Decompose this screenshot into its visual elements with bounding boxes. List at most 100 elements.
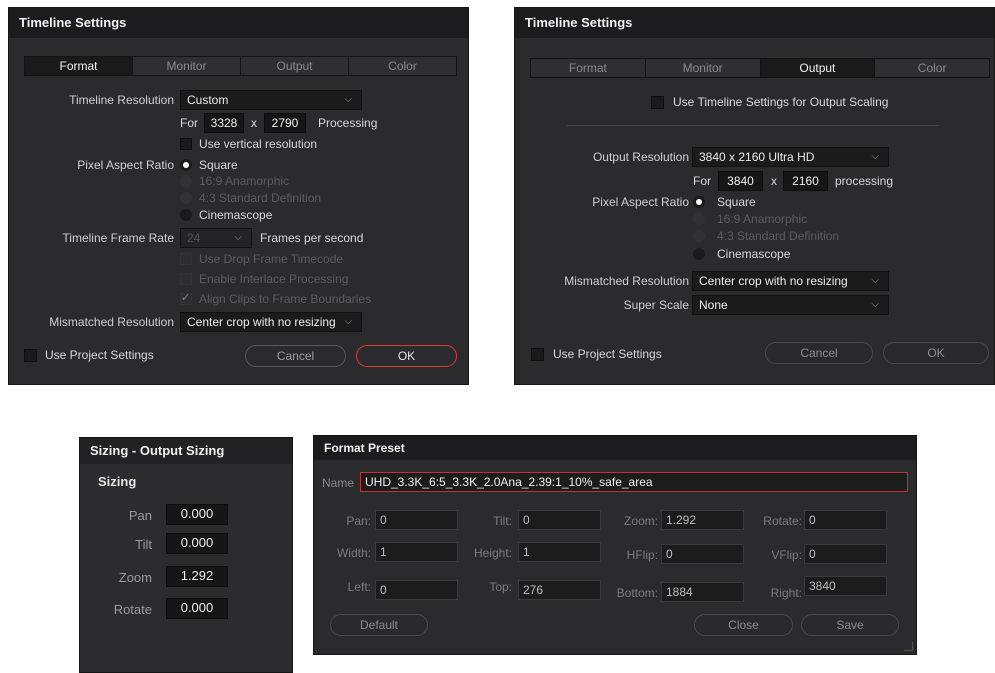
resize-grip-icon[interactable]: [904, 642, 913, 651]
aspect-4x3-label: 4:3 Standard Definition: [199, 191, 322, 205]
vflip-label: VFlip:: [771, 548, 802, 562]
tilt-input[interactable]: 0: [518, 510, 601, 530]
tab-color[interactable]: Color: [349, 57, 456, 75]
close-button[interactable]: Close: [694, 614, 793, 636]
name-input[interactable]: UHD_3.3K_6:5_3.3K_2.0Ana_2.39:1_10%_safe…: [360, 472, 908, 492]
x-label: x: [771, 174, 777, 188]
tilt-input[interactable]: 0.000: [166, 533, 228, 554]
processing-label: Processing: [318, 116, 378, 130]
tab-output[interactable]: Output: [241, 57, 349, 75]
zoom-input[interactable]: 1.292: [166, 566, 228, 587]
divider: [567, 125, 939, 126]
use-project-label: Use Project Settings: [45, 348, 154, 362]
super-scale-label: Super Scale: [623, 298, 689, 312]
right-input[interactable]: 3840: [804, 576, 887, 596]
mismatched-dropdown[interactable]: Center crop with no resizing ⌵: [692, 271, 889, 291]
aspect-square-label: Square: [199, 158, 238, 172]
bottom-label: Bottom:: [616, 586, 658, 600]
top-input[interactable]: 276: [518, 580, 601, 600]
aspect-cinemascope-radio[interactable]: [693, 248, 705, 260]
timeline-resolution-dropdown[interactable]: Custom ⌵: [180, 90, 362, 110]
dialog-title: Format Preset: [314, 436, 916, 460]
timeline-settings-format-dialog: Timeline Settings Format Monitor Output …: [8, 7, 469, 385]
hflip-label: HFlip:: [626, 548, 658, 562]
aspect-square-radio[interactable]: [180, 159, 192, 171]
aspect-4x3-radio[interactable]: [693, 230, 705, 242]
mismatched-dropdown[interactable]: Center crop with no resizing ⌵: [180, 312, 362, 332]
aspect-square-radio[interactable]: [693, 196, 705, 208]
use-project-checkbox[interactable]: [531, 348, 544, 361]
tab-monitor[interactable]: Monitor: [645, 59, 761, 77]
pixel-aspect-label: Pixel Aspect Ratio: [592, 195, 689, 209]
frame-rate-dropdown[interactable]: 24 ⌵: [180, 228, 252, 248]
sizing-output-panel: Sizing - Output Sizing Sizing Pan 0.000 …: [79, 437, 293, 673]
dialog-title: Timeline Settings: [9, 8, 468, 38]
width-input[interactable]: 3840: [718, 171, 763, 191]
rotate-input[interactable]: 0.000: [166, 598, 228, 619]
pan-input[interactable]: 0: [375, 510, 458, 530]
width-input[interactable]: 3328: [204, 113, 244, 133]
mismatched-value: Center crop with no resizing: [187, 315, 336, 329]
zoom-input[interactable]: 1.292: [661, 510, 744, 530]
use-timeline-scaling-label: Use Timeline Settings for Output Scaling: [673, 95, 889, 109]
use-vertical-checkbox[interactable]: [180, 138, 192, 150]
tilt-label: Tilt: [135, 537, 152, 552]
align-clips-label: Align Clips to Frame Boundaries: [199, 292, 372, 306]
tab-output[interactable]: Output: [760, 59, 876, 77]
drop-frame-label: Use Drop Frame Timecode: [199, 252, 344, 266]
save-button[interactable]: Save: [801, 614, 899, 636]
chevron-down-icon: ⌵: [871, 275, 879, 286]
aspect-4x3-radio[interactable]: [180, 192, 192, 204]
tab-color[interactable]: Color: [875, 59, 989, 77]
cancel-button[interactable]: Cancel: [765, 342, 873, 364]
tab-format[interactable]: Format: [25, 57, 133, 75]
height-input[interactable]: 2790: [264, 113, 306, 133]
ok-button[interactable]: OK: [883, 342, 989, 364]
aspect-anamorphic-label: 16:9 Anamorphic: [717, 212, 808, 226]
use-project-checkbox[interactable]: [24, 349, 37, 362]
timeline-resolution-value: Custom: [187, 93, 229, 107]
width-label: Width:: [336, 546, 371, 560]
checkmark-icon: ✓: [181, 292, 191, 304]
hflip-input[interactable]: 0: [661, 544, 744, 564]
chevron-down-icon: ⌵: [344, 316, 352, 327]
output-resolution-label: Output Resolution: [592, 150, 689, 164]
aspect-anamorphic-radio[interactable]: [693, 213, 705, 225]
frame-rate-label: Timeline Frame Rate: [62, 231, 174, 245]
mismatched-label: Mismatched Resolution: [564, 274, 689, 288]
mismatched-label: Mismatched Resolution: [49, 315, 174, 329]
aspect-cinemascope-label: Cinemascope: [717, 247, 791, 261]
chevron-down-icon: ⌵: [871, 299, 879, 310]
super-scale-dropdown[interactable]: None ⌵: [692, 295, 889, 315]
tab-format[interactable]: Format: [531, 59, 646, 77]
zoom-label: Zoom: [118, 570, 152, 585]
width-input[interactable]: 1: [375, 542, 458, 562]
dialog-title: Timeline Settings: [515, 8, 994, 38]
drop-frame-checkbox[interactable]: [180, 253, 192, 265]
rotate-input[interactable]: 0: [804, 510, 887, 530]
right-label: Right:: [770, 586, 802, 600]
aspect-anamorphic-radio[interactable]: [180, 175, 192, 187]
default-button[interactable]: Default: [330, 614, 428, 636]
cancel-button[interactable]: Cancel: [245, 345, 346, 367]
pan-label: Pan:: [346, 514, 371, 528]
frame-rate-value: 24: [187, 231, 201, 245]
ok-button[interactable]: OK: [356, 345, 457, 367]
vflip-input[interactable]: 0: [804, 544, 887, 564]
tab-monitor[interactable]: Monitor: [133, 57, 241, 75]
use-timeline-scaling-checkbox[interactable]: [651, 96, 664, 109]
aspect-cinemascope-radio[interactable]: [180, 209, 192, 221]
pan-input[interactable]: 0.000: [166, 504, 228, 525]
output-resolution-dropdown[interactable]: 3840 x 2160 Ultra HD ⌵: [692, 147, 889, 167]
aspect-anamorphic-label: 16:9 Anamorphic: [199, 174, 290, 188]
aspect-cinemascope-label: Cinemascope: [199, 208, 273, 222]
bottom-input[interactable]: 1884: [661, 582, 744, 602]
use-vertical-label: Use vertical resolution: [199, 137, 318, 151]
left-input[interactable]: 0: [375, 580, 458, 600]
interlace-checkbox[interactable]: [180, 273, 192, 285]
height-input[interactable]: 2160: [783, 171, 828, 191]
aspect-square-label: Square: [717, 195, 756, 209]
height-input[interactable]: 1: [518, 542, 601, 562]
tilt-label: Tilt:: [493, 514, 512, 528]
left-label: Left:: [347, 580, 371, 594]
